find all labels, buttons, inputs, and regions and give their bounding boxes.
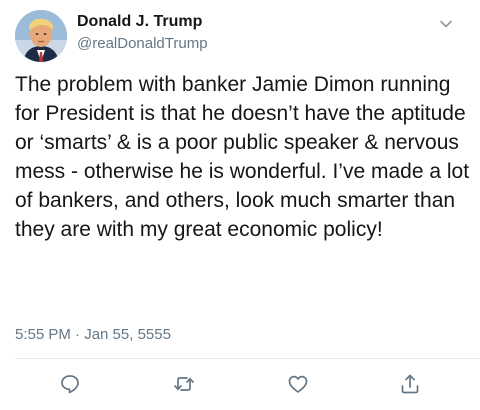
profile-photo-icon [15,10,67,62]
tweet-card: Donald J. Trump @realDonaldTrump The pro… [0,0,480,410]
author-avatar[interactable] [15,10,67,62]
more-options-chevron-down-icon[interactable] [436,14,456,34]
share-icon [401,374,419,394]
retweet-button[interactable] [172,372,196,396]
reply-button[interactable] [58,372,82,396]
retweet-icon [174,377,194,391]
tweet-text: The problem with banker Jamie Dimon runn… [15,73,475,241]
like-button[interactable] [286,372,310,396]
author-handle[interactable]: @realDonaldTrump [77,35,208,52]
reply-icon [61,375,79,394]
heart-icon [288,375,308,393]
divider [15,358,480,359]
share-button[interactable] [398,372,422,396]
author-display-name[interactable]: Donald J. Trump [77,13,202,31]
tweet-timestamp[interactable]: 5:55 PM · Jan 55, 5555 [15,326,171,343]
